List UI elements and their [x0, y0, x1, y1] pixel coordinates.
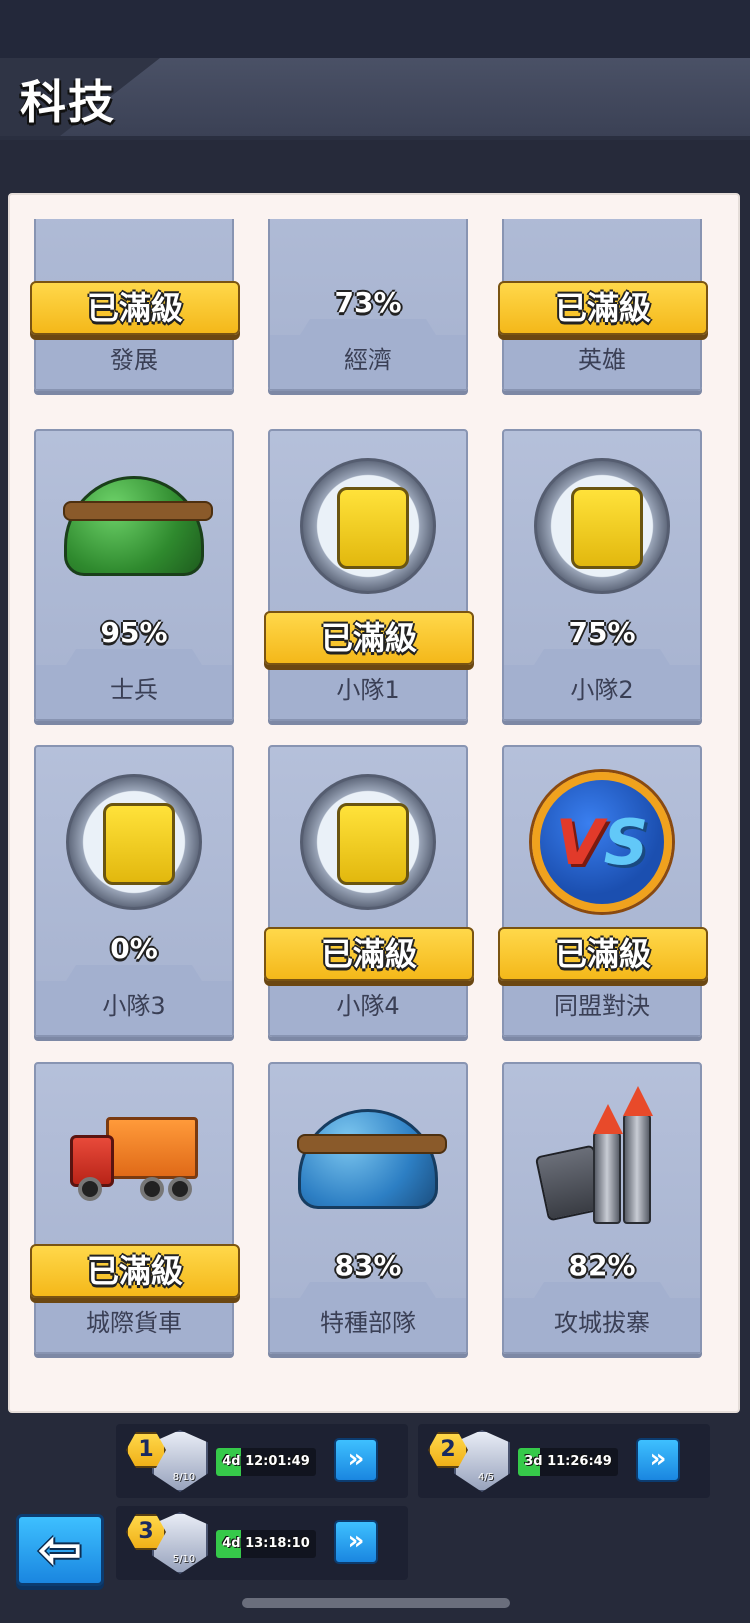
builder-capacity: 8/10: [172, 1472, 196, 1483]
tech-card[interactable]: 英雄 已滿級: [498, 219, 708, 391]
tech-name: 攻城拔寨: [554, 1309, 650, 1337]
builder-capacity: 5/10: [172, 1554, 196, 1565]
tech-name: 小隊1: [336, 676, 400, 704]
builder-timer: 4d 12:01:49: [216, 1448, 316, 1476]
builder-capacity: 4/5: [477, 1472, 495, 1483]
fast-forward-icon[interactable]: »: [334, 1520, 378, 1564]
tech-card[interactable]: 小隊4 已滿級: [264, 745, 474, 1037]
max-level-badge: 已滿級: [264, 927, 474, 981]
builder-timer: 3d 11:26:49: [518, 1448, 618, 1476]
tank-squad-icon: [270, 441, 466, 611]
tech-grid: 發展 已滿級 經濟 73% 英雄 已滿級 士兵 95% 小隊1 已滿級 小隊2 75% 小隊3 0% 小隊4…: [10, 219, 738, 1409]
back-button[interactable]: ⇦: [16, 1514, 104, 1586]
building-icon: [36, 219, 232, 281]
tank-squad-icon: [270, 757, 466, 927]
max-level-badge: 已滿級: [498, 281, 708, 335]
tech-card[interactable]: 小隊1 已滿級: [264, 429, 474, 721]
tech-progress-percent: 0%: [110, 932, 158, 965]
green-helmets-icon: [36, 441, 232, 611]
tech-card[interactable]: 小隊3 0%: [34, 745, 234, 1037]
tech-card[interactable]: 經濟 73%: [268, 219, 468, 391]
tank-squad-icon: [504, 441, 700, 611]
tech-name: 發展: [110, 346, 158, 374]
fast-forward-icon[interactable]: »: [636, 1438, 680, 1482]
tank-squad-icon: [36, 757, 232, 927]
tech-name: 小隊4: [336, 992, 400, 1020]
economy-arrows-icon: [270, 219, 466, 281]
tech-card[interactable]: 發展 已滿級: [30, 219, 240, 391]
tech-progress-percent: 73%: [334, 286, 402, 319]
tech-card[interactable]: 攻城拔寨 82%: [502, 1062, 702, 1354]
tech-name: 特種部隊: [320, 1309, 416, 1337]
timer-text: 4d 13:18:10: [222, 1536, 310, 1551]
tech-panel: 發展 已滿級 經濟 73% 英雄 已滿級 士兵 95% 小隊1 已滿級 小隊2 75% 小隊3 0% 小隊4…: [8, 193, 740, 1413]
max-level-badge: 已滿級: [30, 1244, 240, 1298]
page-title: 科技: [20, 75, 116, 129]
truck-icon: [36, 1074, 232, 1244]
vs-icon: VS: [504, 757, 700, 927]
status-bar: [0, 0, 750, 58]
tech-card[interactable]: 小隊2 75%: [502, 429, 702, 721]
tech-name: 小隊3: [102, 992, 166, 1020]
tech-progress-percent: 95%: [100, 616, 168, 649]
max-level-badge: 已滿級: [264, 611, 474, 665]
builder-timer: 4d 13:18:10: [216, 1530, 316, 1558]
builder-slot: 2 4/5 3d 11:26:49»: [418, 1424, 710, 1498]
home-indicator: [242, 1598, 510, 1608]
timer-text: 4d 12:01:49: [222, 1454, 310, 1469]
tech-name: 小隊2: [570, 676, 634, 704]
tech-progress-percent: 75%: [568, 616, 636, 649]
builder-slot: 1 8/10 4d 12:01:49»: [116, 1424, 408, 1498]
tech-card[interactable]: 士兵 95%: [34, 429, 234, 721]
tech-card[interactable]: V S 同盟對決 已滿級: [498, 745, 708, 1037]
blue-helmets-icon: [270, 1074, 466, 1244]
max-level-badge: 已滿級: [498, 927, 708, 981]
fast-forward-icon[interactable]: »: [334, 1438, 378, 1482]
header-bar: 科技: [0, 58, 750, 140]
tech-card[interactable]: 特種部隊 83%: [268, 1062, 468, 1354]
rockets-icon: [504, 1074, 700, 1244]
tech-name: 士兵: [110, 676, 158, 704]
timer-text: 3d 11:26:49: [524, 1454, 612, 1469]
tech-name: 同盟對決: [554, 992, 650, 1020]
hero-timer-icon: [504, 219, 700, 281]
tech-name: 經濟: [344, 346, 392, 374]
tech-name: 城際貨車: [86, 1309, 182, 1337]
tech-card[interactable]: 城際貨車 已滿級: [30, 1062, 240, 1354]
bottom-bar: ⇦ 1 8/10 4d 12:01:49» 2 4/5 3d 11:26:49» 3 5/10…: [0, 1420, 750, 1623]
tech-name: 英雄: [578, 346, 626, 374]
tech-progress-percent: 82%: [568, 1249, 636, 1282]
back-arrow-icon: ⇦: [37, 1518, 83, 1581]
max-level-badge: 已滿級: [30, 281, 240, 335]
tech-progress-percent: 83%: [334, 1249, 402, 1282]
builder-slot: 3 5/10 4d 13:18:10»: [116, 1506, 408, 1580]
